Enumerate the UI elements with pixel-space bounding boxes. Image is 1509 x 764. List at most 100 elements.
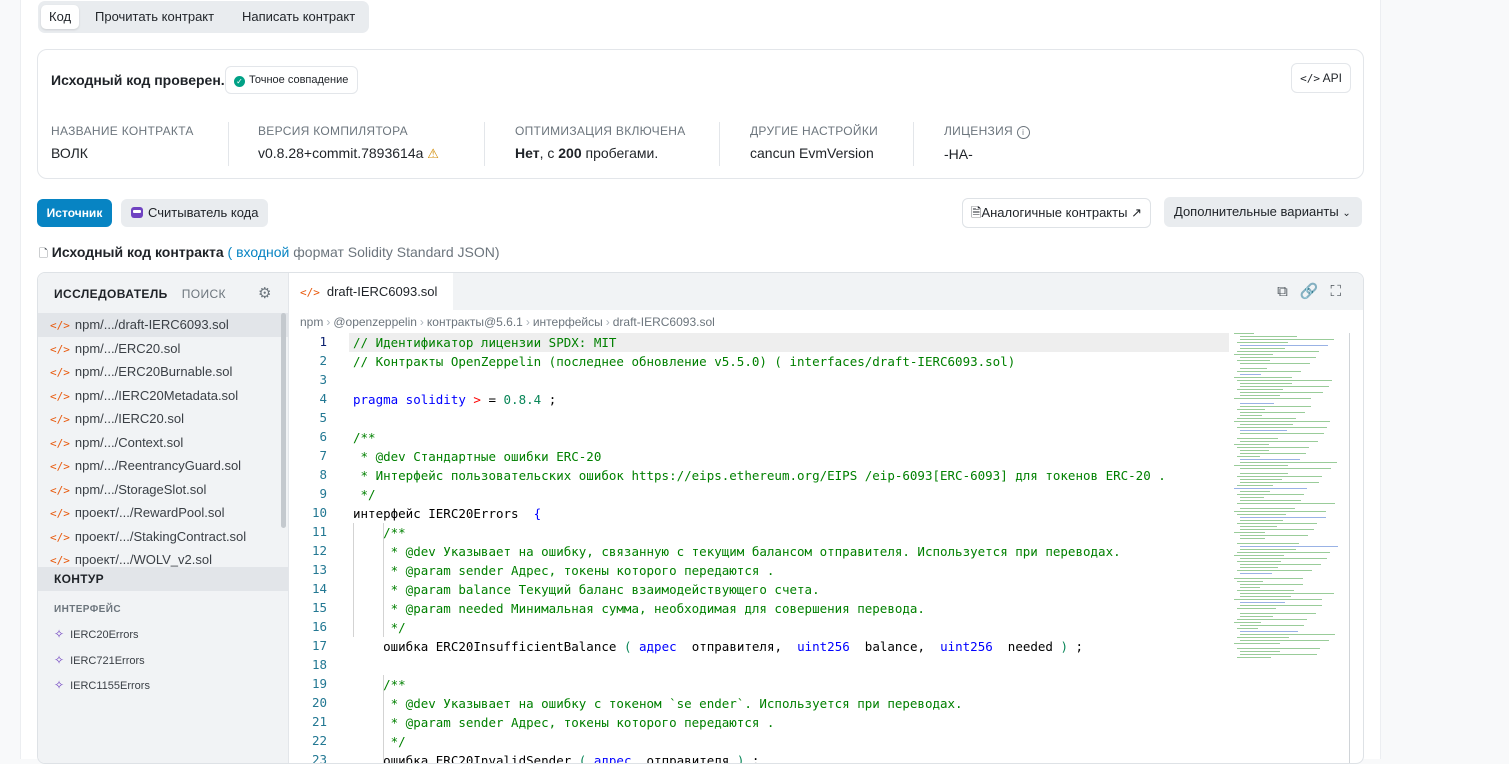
minimap-line <box>1234 465 1288 466</box>
breadcrumb-item[interactable]: @openzeppelin <box>333 315 417 329</box>
code-icon: </> <box>50 530 70 544</box>
minimap-line <box>1237 360 1270 361</box>
minimap-line <box>1237 552 1330 553</box>
breadcrumb-item[interactable]: draft-IERC6093.sol <box>613 315 715 329</box>
minimap-line <box>1240 526 1277 527</box>
file-explorer: ИССЛЕДОВАТЕЛЬ ПОИСК ⚙ </> npm/.../draft-IE… <box>38 273 289 763</box>
minimap-line <box>1240 573 1272 574</box>
minimap-line <box>1240 459 1300 460</box>
code-token: needed <box>992 639 1061 654</box>
input-format-link[interactable]: входной <box>236 244 289 260</box>
code-line: // Контракты OpenZeppelin (последнее обн… <box>353 354 1016 369</box>
code-line: интерфейс IERC20Errors { <box>353 504 541 523</box>
other-settings-value: cancun EvmVersion <box>750 145 874 161</box>
minimap-line <box>1237 514 1286 515</box>
minimap-line <box>1237 619 1307 620</box>
file-item[interactable]: </> npm/.../IERC20.sol <box>38 407 288 431</box>
outline-item[interactable]: ✧ IERC1155Errors <box>54 678 150 692</box>
minimap-line <box>1240 392 1323 393</box>
info-icon[interactable]: i <box>1016 126 1030 139</box>
editor-tab[interactable]: </> draft-IERC6093.sol <box>289 273 453 310</box>
minimap-line <box>1234 377 1292 378</box>
link-icon[interactable]: 🔗 <box>1300 283 1331 300</box>
similar-contracts-button[interactable]: 🗎Аналогичные контракты ↗ <box>962 198 1151 228</box>
line-number: 21 <box>311 714 327 729</box>
file-item[interactable]: </> npm/.../ReentrancyGuard.sol <box>38 454 288 478</box>
code-token: интерфейс IERC20Errors <box>353 506 527 521</box>
tab-write-contract[interactable]: Написать контракт <box>234 5 363 29</box>
code-reader-button[interactable]: Считыватель кода <box>121 199 269 227</box>
minimap-line <box>1240 640 1329 641</box>
compiler-field: ВЕРСИЯ КОМПИЛЯТОРА v0.8.28+commit.789361… <box>258 124 439 162</box>
file-item[interactable]: </> npm/.../ERC20Burnable.sol <box>38 360 288 384</box>
editor-scrollbar[interactable] <box>1349 333 1350 763</box>
minimap-line <box>1240 605 1322 606</box>
minimap-line <box>1240 549 1296 550</box>
file-item[interactable]: </> npm/.../Context.sol <box>38 431 288 455</box>
file-item[interactable]: </> npm/.../IERC20Metadata.sol <box>38 384 288 408</box>
more-options-dropdown[interactable]: Дополнительные варианты ⌄ <box>1164 197 1362 227</box>
file-item[interactable]: </> npm/.../ERC20.sol <box>38 337 288 361</box>
outline-header[interactable]: КОНТУР <box>38 567 288 591</box>
code-token: отправителя, <box>676 639 798 654</box>
line-number: 16 <box>311 619 327 634</box>
minimap-line <box>1237 590 1294 591</box>
minimap-line <box>1237 570 1312 571</box>
minimap-line <box>1234 488 1307 489</box>
code-token: { <box>526 506 542 521</box>
file-label: проект/.../StakingContract.sol <box>74 528 247 544</box>
code-minimap[interactable] <box>1234 333 1344 663</box>
minimap-line <box>1237 342 1288 343</box>
minimap-line <box>1240 497 1264 498</box>
minimap-line <box>1234 354 1273 355</box>
fullscreen-icon[interactable]: ⛶ <box>1330 283 1353 300</box>
file-item[interactable]: </> npm/.../StorageSlot.sol <box>38 478 288 502</box>
source-button[interactable]: Источник <box>37 199 112 227</box>
minimap-line <box>1240 386 1329 387</box>
breadcrumb-item[interactable]: контракты@5.6.1 <box>427 315 523 329</box>
minimap-line <box>1240 368 1267 369</box>
minimap-line <box>1240 441 1318 442</box>
file-item[interactable]: </> npm/.../draft-IERC6093.sol <box>38 313 288 337</box>
line-number: 22 <box>311 733 327 748</box>
copy-icon[interactable]: ⧉ <box>1277 283 1300 300</box>
optimization-field: ОПТИМИЗАЦИЯ ВКЛЮЧЕНА Нет, с 200 пробегам… <box>515 124 686 161</box>
line-number: 2 <box>319 353 327 368</box>
minimap-line <box>1234 599 1322 600</box>
minimap-line <box>1240 654 1317 655</box>
gear-icon[interactable]: ⚙ <box>258 284 271 302</box>
minimap-line <box>1240 584 1303 585</box>
minimap-line <box>1240 348 1285 349</box>
minimap-line <box>1240 500 1301 501</box>
file-label: npm/.../ERC20.sol <box>74 340 181 356</box>
minimap-line <box>1240 336 1297 337</box>
line-number: 18 <box>311 657 327 672</box>
minimap-line <box>1240 508 1295 509</box>
minimap-line <box>1234 398 1311 399</box>
breadcrumb-item[interactable]: npm <box>300 315 323 329</box>
code-icon: </> <box>50 389 70 403</box>
explorer-scrollbar[interactable] <box>281 313 286 528</box>
breadcrumb-item[interactable]: интерфейсы <box>533 315 603 329</box>
file-item[interactable]: </> проект/.../StakingContract.sol <box>38 525 288 549</box>
tab-explorer[interactable]: ИССЛЕДОВАТЕЛЬ <box>54 287 168 301</box>
similar-contracts-label: Аналогичные контракты <box>981 205 1128 220</box>
code-token: адрес <box>639 639 677 654</box>
outline-item[interactable]: ✧ IERC20Errors <box>54 627 139 641</box>
line-number: 8 <box>319 467 327 482</box>
outline-item[interactable]: ✧ IERC721Errors <box>54 653 145 667</box>
license-field: ЛИЦЕНЗИЯ i -НА- <box>944 124 1030 162</box>
warning-icon[interactable]: ⚠ <box>427 146 439 161</box>
line-number: 19 <box>311 676 327 691</box>
minimap-line <box>1240 596 1291 597</box>
minimap-line <box>1234 444 1269 445</box>
minimap-line <box>1240 529 1314 530</box>
api-button[interactable]: </> API <box>1291 63 1351 93</box>
file-item[interactable]: </> проект/.../RewardPool.sol <box>38 501 288 525</box>
divider <box>913 122 914 166</box>
tab-read-contract[interactable]: Прочитать контракт <box>87 5 222 29</box>
code-line: * @param sender Адрес, токены которого п… <box>353 563 775 578</box>
tab-search[interactable]: ПОИСК <box>182 287 226 301</box>
line-number: 10 <box>311 505 327 520</box>
tab-code[interactable]: Код <box>41 5 80 29</box>
